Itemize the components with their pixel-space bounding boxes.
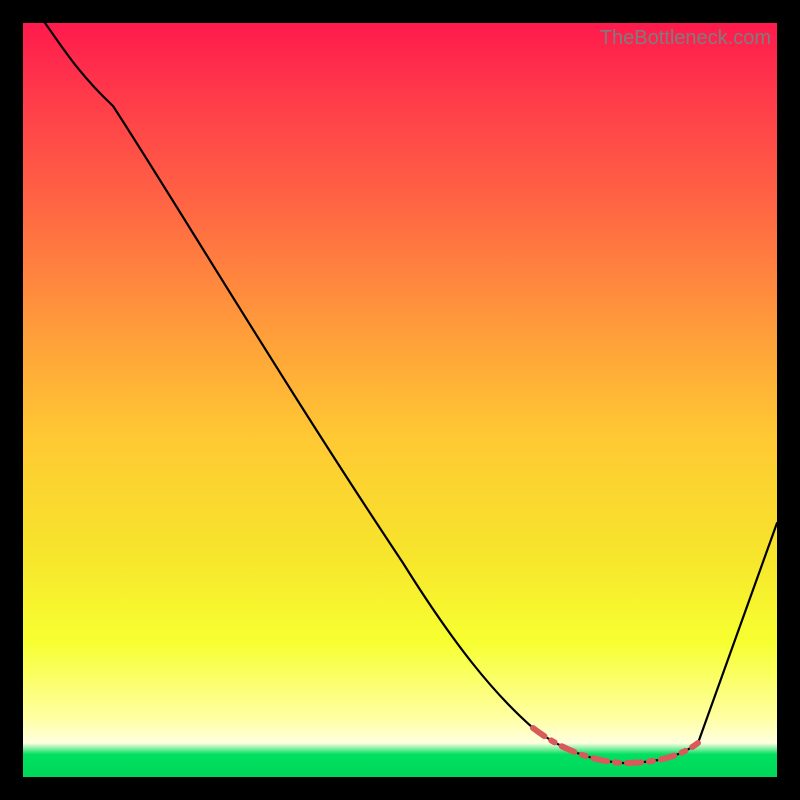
- curve-layer: [23, 23, 777, 777]
- chart-frame: TheBottleneck.com: [0, 0, 800, 800]
- plot-area: TheBottleneck.com: [23, 23, 777, 777]
- optimal-range-path: [533, 728, 698, 763]
- bottleneck-curve-path: [45, 23, 777, 763]
